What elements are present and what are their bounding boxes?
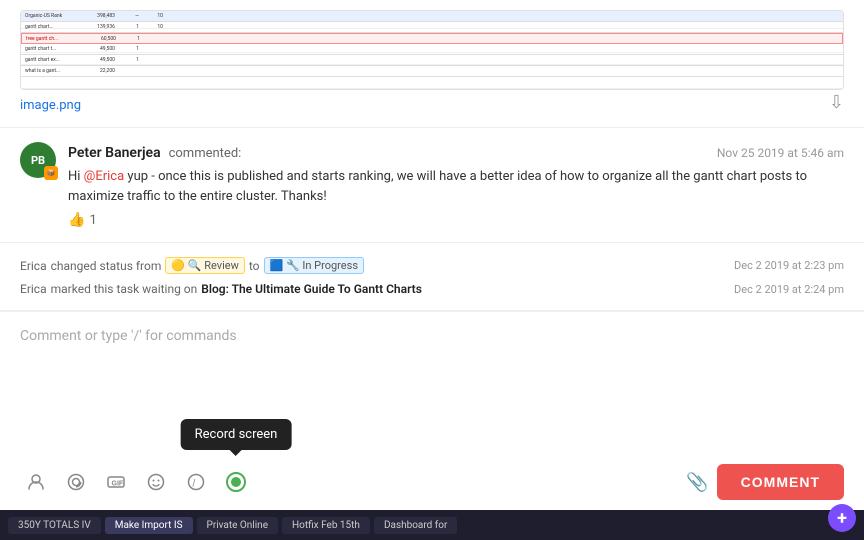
taskbar-item-1[interactable]: Make Import IS [105, 517, 193, 534]
comment-button[interactable]: COMMENT [717, 464, 844, 500]
status-badge-from: 🟡 🔍 Review [165, 257, 245, 274]
activity-action-1: changed status from [51, 259, 162, 273]
input-toolbar: GIF / [20, 464, 844, 500]
image-preview: Organic-US Rank 398,483 — 10 gantt chart… [20, 10, 844, 90]
assign-icon[interactable] [20, 466, 52, 498]
comment-timestamp: Nov 25 2019 at 5:46 am [717, 146, 844, 160]
toolbar-right: 📎 COMMENT [686, 464, 844, 500]
activity-section: Erica changed status from 🟡 🔍 Review to … [0, 243, 864, 311]
comment-text-after-mention: yup - once this is published and starts … [68, 169, 807, 204]
comment-input[interactable]: Comment or type '/' for commands [20, 324, 844, 354]
activity-left-1: Erica changed status from 🟡 🔍 Review to … [20, 257, 364, 274]
activity-actor-1: Erica [20, 259, 47, 273]
svg-text:/: / [193, 479, 196, 490]
like-count: 1 [89, 213, 96, 228]
image-table-mock: Organic-US Rank 398,483 — 10 gantt chart… [21, 11, 843, 89]
gif-icon[interactable]: GIF [100, 466, 132, 498]
comment-block: PB 📦 Peter Banerjea commented: Nov 25 20… [0, 128, 864, 243]
taskbar-item-4[interactable]: Dashboard for [374, 517, 457, 534]
emoji-icon[interactable] [140, 466, 172, 498]
taskbar-item-2[interactable]: Private Online [197, 517, 278, 534]
activity-link[interactable]: Blog: The Ultimate Guide To Gantt Charts [201, 282, 422, 296]
comment-mention[interactable]: @Erica [84, 169, 125, 184]
commented-label: commented: [169, 146, 242, 161]
thumbs-up-icon[interactable]: 👍 [68, 212, 85, 228]
activity-timestamp-1: Dec 2 2019 at 2:23 pm [734, 259, 844, 272]
main-container: Organic-US Rank 398,483 — 10 gantt chart… [0, 0, 864, 540]
avatar-initials: PB [31, 154, 45, 167]
comment-author-line: Peter Banerjea commented: [68, 142, 241, 161]
svg-text:GIF: GIF [112, 481, 124, 488]
like-area: 👍 1 [68, 212, 844, 228]
taskbar-item-3[interactable]: Hotfix Feb 15th [282, 517, 370, 534]
attach-icon[interactable]: 📎 [686, 472, 708, 493]
activity-row-2: Erica marked this task waiting on Blog: … [20, 278, 844, 300]
image-section: Organic-US Rank 398,483 — 10 gantt chart… [0, 0, 864, 128]
commenter-name: Peter Banerjea [68, 145, 161, 161]
comment-text-before-mention: Hi [68, 169, 84, 184]
record-screen-tooltip: Record screen [181, 419, 292, 450]
download-icon[interactable]: ⇩ [829, 92, 844, 113]
toolbar-left: GIF / [20, 466, 252, 498]
record-screen-icon[interactable]: Record screen [220, 466, 252, 498]
activity-left-2: Erica marked this task waiting on Blog: … [20, 282, 422, 296]
activity-row-1: Erica changed status from 🟡 🔍 Review to … [20, 253, 844, 278]
activity-actor-2: Erica [20, 282, 47, 296]
image-filename[interactable]: image.png [20, 98, 81, 113]
avatar: PB 📦 [20, 142, 56, 178]
taskbar-item-0[interactable]: 350Y TOTALS IV [8, 517, 101, 534]
taskbar: 350Y TOTALS IV Make Import IS Private On… [0, 510, 864, 540]
avatar-badge: 📦 [44, 166, 58, 180]
activity-action-2: marked this task waiting on [51, 282, 198, 296]
slash-command-icon[interactable]: / [180, 466, 212, 498]
activity-timestamp-2: Dec 2 2019 at 2:24 pm [734, 283, 844, 296]
activity-arrow-1: to [249, 259, 260, 273]
input-section: Comment or type '/' for commands [0, 311, 864, 510]
record-icon-circle [226, 472, 246, 492]
status-badge-to: 🟦 🔧 In Progress [264, 257, 364, 274]
fab-button[interactable]: + [828, 504, 856, 532]
comment-text: Hi @Erica yup - once this is published a… [68, 167, 844, 206]
mention-icon[interactable] [60, 466, 92, 498]
comment-header: Peter Banerjea commented: Nov 25 2019 at… [68, 142, 844, 161]
comment-body: Peter Banerjea commented: Nov 25 2019 at… [68, 142, 844, 228]
